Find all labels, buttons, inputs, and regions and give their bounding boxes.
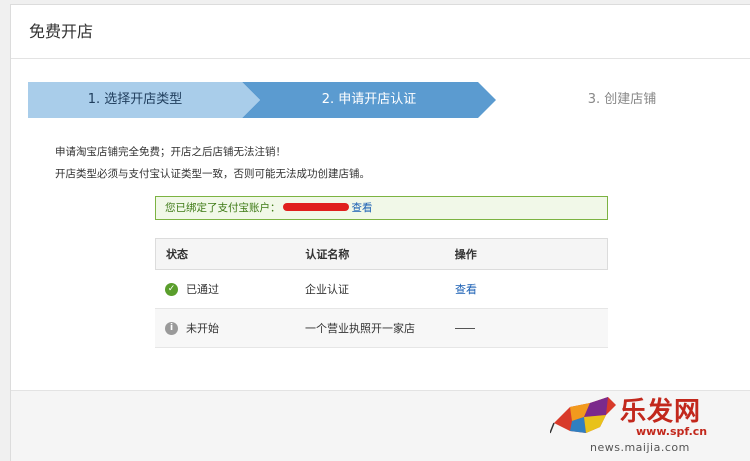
view-link[interactable]: 查看 [455, 283, 477, 296]
info-circle-icon: i [165, 321, 178, 335]
alipay-bound-notice: 您已绑定了支付宝账户： 查看 [155, 196, 608, 220]
table-header: 状态 认证名称 操作 [155, 238, 608, 270]
step-create-shop: 3. 创建店铺 [478, 82, 748, 118]
note-type-match: 开店类型必须与支付宝认证类型一致，否则可能无法成功创建店铺。 [55, 168, 370, 180]
watermark-url: www.spf.cn [636, 425, 708, 438]
step-select-type[interactable]: 1. 选择开店类型 [28, 82, 260, 118]
status-text: 已通过 [186, 283, 219, 296]
step-number: 3. [587, 92, 601, 107]
bull-logo-icon [550, 397, 616, 434]
table-row: ✓ 已通过 企业认证 查看 [155, 270, 608, 309]
table-row: i 未开始 一个营业执照开一家店 [155, 309, 608, 348]
col-status-header: 状态 [166, 248, 188, 261]
page-title: 免费开店 [29, 22, 94, 41]
notes: 申请淘宝店铺完全免费；开店之后店铺无法注销！ 开店类型必须与支付宝认证类型一致，… [55, 141, 370, 185]
step-label: 创建店铺 [604, 92, 657, 107]
step-label: 选择开店类型 [104, 92, 183, 107]
page-header: 免费开店 [11, 5, 750, 59]
certification-table: 状态 认证名称 操作 ✓ 已通过 企业认证 查看 i 未开始 一个营业执照开一家… [155, 238, 608, 348]
certification-name: 一个营业执照开一家店 [305, 322, 415, 335]
step-label: 申请开店认证 [338, 92, 417, 107]
note-free: 申请淘宝店铺完全免费；开店之后店铺无法注销！ [55, 146, 286, 158]
masked-account [282, 203, 349, 211]
certification-name: 企业认证 [305, 283, 349, 296]
watermark-title: 乐发网 [620, 397, 702, 427]
status-text: 未开始 [186, 322, 219, 335]
check-circle-icon: ✓ [165, 282, 178, 296]
empty-action-dash [455, 328, 475, 329]
view-account-link[interactable]: 查看 [352, 202, 373, 214]
step-apply-certification: 2. 申请开店认证 [242, 82, 496, 118]
step-number: 2. [321, 92, 335, 107]
col-name-header: 认证名称 [305, 248, 350, 261]
col-action-header: 操作 [454, 248, 477, 261]
notice-text: 您已绑定了支付宝账户： [165, 202, 281, 214]
step-number: 1. [87, 92, 101, 107]
watermark-subdomain: news.maijia.com [590, 441, 690, 454]
progress-steps: 1. 选择开店类型 2. 申请开店认证 3. 创建店铺 [28, 82, 748, 118]
site-watermark: 乐发网 www.spf.cn news.maijia.com [550, 391, 746, 457]
